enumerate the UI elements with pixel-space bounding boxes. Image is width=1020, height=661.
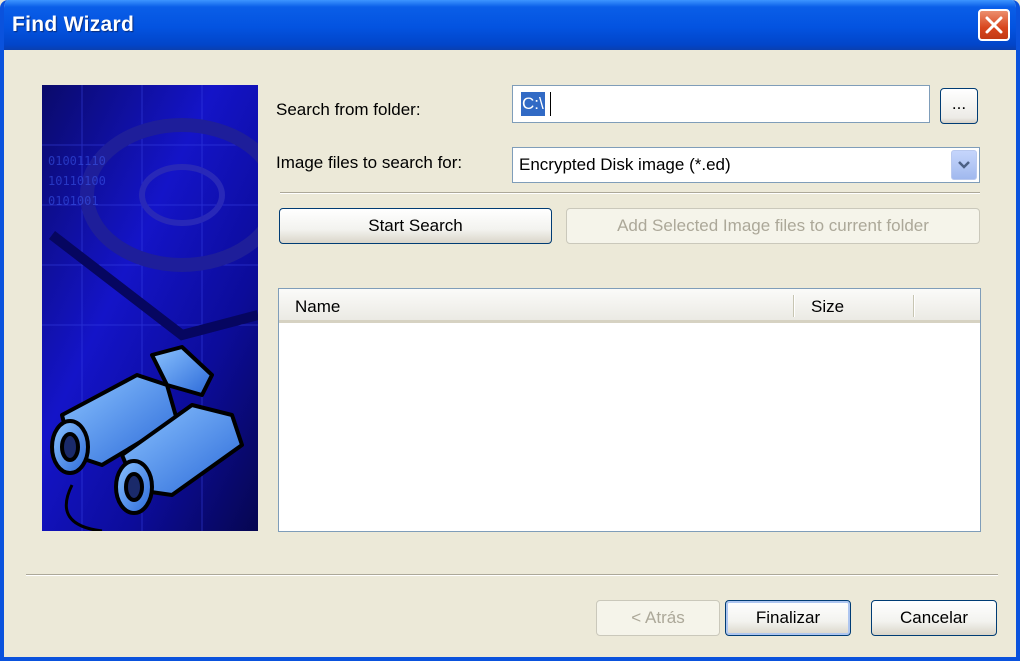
column-header-name[interactable]: Name xyxy=(295,297,340,317)
start-search-button[interactable]: Start Search xyxy=(279,208,552,244)
back-button[interactable]: < Atrás xyxy=(596,600,720,636)
search-folder-input[interactable]: C:\ xyxy=(512,85,930,123)
text-caret xyxy=(550,92,551,116)
footer-separator xyxy=(26,574,998,576)
window-title: Find Wizard xyxy=(12,13,135,36)
finish-button[interactable]: Finalizar xyxy=(725,600,851,636)
svg-text:01001110: 01001110 xyxy=(48,154,106,168)
find-wizard-window: Find Wizard 01001110 10110100 0101001 Se… xyxy=(0,0,1020,661)
close-icon xyxy=(985,16,1003,34)
image-type-value: Encrypted Disk image (*.ed) xyxy=(519,155,731,174)
column-divider[interactable] xyxy=(913,295,915,317)
results-list[interactable]: Name Size xyxy=(278,288,981,532)
svg-text:0101001: 0101001 xyxy=(48,194,99,208)
image-type-select[interactable]: Encrypted Disk image (*.ed) xyxy=(512,147,980,183)
cancel-button[interactable]: Cancelar xyxy=(871,600,997,636)
form-separator xyxy=(280,192,980,194)
search-folder-value: C:\ xyxy=(521,92,545,116)
wizard-graphic: 01001110 10110100 0101001 xyxy=(42,85,258,531)
list-header: Name Size xyxy=(279,289,980,323)
title-bar[interactable]: Find Wizard xyxy=(4,0,1016,50)
column-header-size[interactable]: Size xyxy=(811,297,844,317)
column-divider[interactable] xyxy=(793,295,795,317)
search-folder-label: Search from folder: xyxy=(276,100,421,119)
svg-text:10110100: 10110100 xyxy=(48,174,106,188)
chevron-down-icon xyxy=(958,161,970,169)
close-button[interactable] xyxy=(978,9,1010,41)
binoculars-disk-illustration: 01001110 10110100 0101001 xyxy=(42,85,258,531)
browse-folder-button[interactable]: ... xyxy=(940,88,978,124)
dropdown-button[interactable] xyxy=(951,150,977,180)
add-selected-button[interactable]: Add Selected Image files to current fold… xyxy=(566,208,980,244)
image-type-label: Image files to search for: xyxy=(276,153,463,172)
